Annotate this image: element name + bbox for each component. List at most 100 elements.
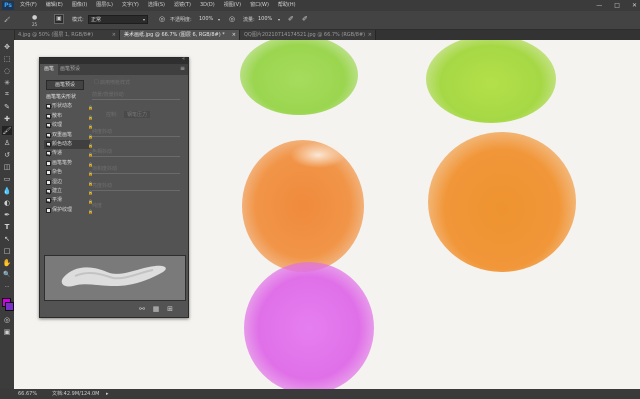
zoom-level[interactable]: 66.67% [18,389,37,399]
checkbox[interactable] [46,132,51,138]
brush-stroke-preview [44,255,186,301]
brush-presets-button[interactable]: 画笔预设 [46,80,84,90]
lock-icon[interactable]: 🔒 [88,141,94,148]
eyedropper-icon[interactable]: ✎ [2,102,12,111]
status-arrow-icon[interactable]: ▸ [106,389,109,399]
maximize-button[interactable]: □ [614,0,620,11]
brush-setting-row[interactable]: 🔒 画笔笔势 [44,159,93,168]
more-tools-icon[interactable]: ··· [2,282,12,291]
brush-setting-row[interactable]: 🔒 湿边 [44,178,93,187]
checkbox[interactable] [46,113,51,119]
panel-collapse-icon[interactable]: « [182,56,185,62]
history-brush-icon[interactable]: ↺ [2,150,12,159]
flow-chevron-icon[interactable]: ▾ [278,15,280,25]
magic-wand-icon[interactable]: ✳ [2,78,12,87]
brush-panel-toggle-icon[interactable]: ▣ [54,14,64,24]
lasso-icon[interactable]: ◌ [2,66,12,75]
opacity-pressure-toggle-icon[interactable]: ◎ [229,14,235,24]
checkbox[interactable] [46,104,51,110]
menu-window[interactable]: 窗口(W) [250,0,269,11]
minimize-button[interactable]: — [596,0,602,11]
path-select-icon[interactable]: ↖ [2,234,12,243]
checkbox[interactable] [46,207,51,213]
brush-setting-row[interactable]: 🔒 传递 [44,149,93,158]
tab-document-3[interactable]: QQ图片20210714174521.jpg @ 66.7% (RGB/8#) … [240,30,376,40]
saturation-slider[interactable] [92,156,180,157]
screen-mode-icon[interactable]: ▣ [2,327,12,336]
brush-setting-row[interactable]: 🔒 平滑 [44,196,93,205]
type-icon[interactable]: T [2,222,12,231]
opacity-pressure-icon[interactable]: ◎ [159,14,165,24]
quickmask-icon[interactable]: ◎ [2,315,12,324]
blur-icon[interactable]: 💧 [2,186,12,195]
checkbox[interactable] [46,141,51,147]
fg-bg-jitter-slider[interactable] [92,99,180,100]
tab-close-icon[interactable]: × [368,30,372,40]
open-preset-manager-icon[interactable]: ▦ [152,305,160,313]
menu-type[interactable]: 文字(Y) [122,0,139,11]
lock-icon[interactable]: 🔒 [88,103,94,110]
healing-icon[interactable]: ✚ [2,114,12,123]
background-color-swatch[interactable] [5,302,14,311]
lock-icon[interactable]: 🔒 [88,113,94,120]
brush-setting-row[interactable]: 🔒 保护纹理 [44,206,93,215]
checkbox[interactable] [46,198,51,204]
tab-document-1[interactable]: 4.jpg @ 50% (图层 1, RGB/8#) × [14,30,120,40]
menu-filter[interactable]: 滤镜(T) [174,0,191,11]
airbrush-icon[interactable]: ✐ [288,14,294,24]
menu-3d[interactable]: 3D(D) [200,0,215,11]
checkbox[interactable] [46,170,51,176]
toggle-bristle-preview-icon[interactable]: ⚯ [138,305,146,313]
brush-setting-row[interactable]: 🔒 散布 [44,112,93,121]
clone-stamp-icon[interactable]: ♙ [2,138,12,147]
brush-icon[interactable]: 🖌 [2,126,12,135]
menu-select[interactable]: 选择(S) [148,0,165,11]
close-button[interactable]: ✕ [632,0,637,11]
size-pressure-icon[interactable]: ✐ [302,14,308,24]
brightness-slider[interactable] [92,173,180,174]
tab-close-icon[interactable]: × [112,30,116,40]
brush-setting-row[interactable]: 🔒 颜色动态 [44,139,93,150]
menu-file[interactable]: 文件(F) [20,0,37,11]
brush-setting-row[interactable]: 🔒 双重画笔 [44,131,93,140]
eraser-icon[interactable]: ◫ [2,162,12,171]
stroke-preview-graphic [61,265,166,287]
create-new-brush-icon[interactable]: ⊞ [166,305,174,313]
tab-brush-presets[interactable]: 画笔预设 [56,64,84,75]
hue-slider[interactable] [92,136,180,137]
zoom-icon[interactable]: 🔍 [2,270,12,279]
mode-select[interactable]: 正常 [88,15,148,24]
hand-icon[interactable]: ✋ [2,258,12,267]
crop-icon[interactable]: ⌗ [2,90,12,99]
checkbox[interactable] [46,160,51,166]
brush-setting-row[interactable]: 🔒 建立 [44,187,93,196]
shape-icon[interactable]: □ [2,246,12,255]
marquee-icon[interactable]: ⬚ [2,54,12,63]
dodge-icon[interactable]: ◐ [2,198,12,207]
tool-preset-icon[interactable]: 🖌 [4,15,14,25]
tab-close-icon[interactable]: × [232,30,236,40]
control-select[interactable]: 钢笔压力 [124,111,151,118]
hue-jitter-label: 色相抖动 [92,149,113,155]
tab-document-2[interactable]: 美术画纸.jpg @ 66.7% (图层 6, RGB/8#) * × [120,30,240,40]
opacity-chevron-icon[interactable]: ▾ [218,15,220,25]
brush-setting-row[interactable]: 画笔笔尖形状 [44,93,90,102]
menu-help[interactable]: 帮助(H) [278,0,296,11]
menu-edit[interactable]: 编辑(E) [46,0,63,11]
brush-setting-row[interactable]: 🔒 杂色 [44,168,93,177]
panel-menu-icon[interactable]: ≡ [180,65,185,72]
checkbox[interactable] [46,123,51,129]
menu-layer[interactable]: 图层(L) [96,0,113,11]
brush-setting-row[interactable]: 🔒 纹理 [44,121,93,130]
brush-setting-row[interactable]: 🔒 形状动态 [44,102,93,111]
pen-icon[interactable]: ✒ [2,210,12,219]
menu-image[interactable]: 图像(I) [72,0,87,11]
checkbox[interactable] [46,179,51,185]
menu-view[interactable]: 视图(V) [224,0,241,11]
gradient-icon[interactable]: ▭ [2,174,12,183]
purity-slider[interactable] [92,190,180,191]
checkbox[interactable] [46,151,51,157]
move-icon[interactable]: ✥ [2,42,12,51]
airbrush-checkbox-icon[interactable]: □ [94,79,99,85]
checkbox[interactable] [46,188,51,194]
